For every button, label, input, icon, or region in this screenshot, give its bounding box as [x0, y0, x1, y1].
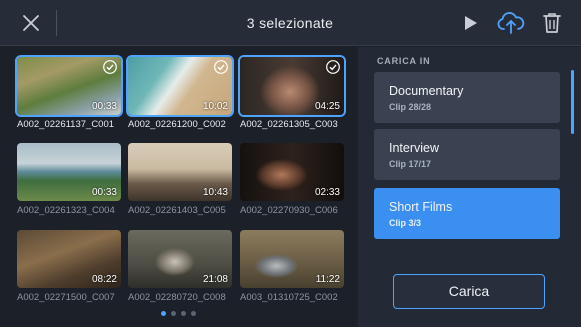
- clip-duration: 02:33: [314, 187, 340, 198]
- bin-name: Documentary: [389, 84, 464, 98]
- clip-thumbnail[interactable]: 21:08: [128, 230, 232, 288]
- clip-duration: 21:08: [202, 274, 228, 285]
- bin-interview[interactable]: Interview Clip 17/17: [374, 129, 560, 180]
- upload-destination-panel: CARICA IN Documentary Clip 28/28 Intervi…: [358, 47, 581, 327]
- check-icon: [326, 60, 340, 74]
- page-dot[interactable]: [171, 311, 176, 316]
- clip-grid: 00:33 A002_02261137_C001 10:02 A002_0226…: [0, 47, 358, 327]
- clip-thumbnail[interactable]: 00:33: [15, 55, 123, 117]
- clip-name: A002_02261305_C003: [240, 119, 338, 130]
- clip-duration: 10:02: [202, 101, 228, 112]
- clip-name: A002_02280720_C008: [128, 292, 226, 303]
- trash-icon[interactable]: [541, 11, 563, 35]
- clip-name: A002_02271500_C007: [17, 292, 115, 303]
- clip-name: A002_02261200_C002: [128, 119, 226, 130]
- bin-short-films[interactable]: Short Films Clip 3/3: [374, 188, 560, 239]
- clip-thumbnail[interactable]: 08:22: [17, 230, 121, 288]
- bin-name: Interview: [389, 141, 440, 155]
- pagination-dots: [161, 311, 201, 317]
- clip-name: A002_02261323_C004: [17, 205, 115, 216]
- check-icon: [103, 60, 117, 74]
- close-icon[interactable]: [16, 9, 46, 37]
- bin-clip-count: Clip 28/28: [389, 102, 432, 112]
- clip-duration: 11:22: [315, 274, 340, 285]
- clip-thumbnail[interactable]: 11:22: [240, 230, 344, 288]
- clip-name: A003_01310725_C002: [240, 292, 338, 303]
- clip-thumbnail[interactable]: 10:02: [126, 55, 234, 117]
- selection-count-title: 3 selezionate: [246, 15, 334, 31]
- clip-thumbnail[interactable]: 00:33: [17, 143, 121, 201]
- panel-heading: CARICA IN: [377, 56, 431, 66]
- clip-name: A002_02270930_C006: [240, 205, 338, 216]
- clip-duration: 08:22: [91, 274, 117, 285]
- play-icon[interactable]: [460, 13, 480, 33]
- clip-name: A002_02261403_C005: [128, 205, 226, 216]
- clip-duration: 00:33: [91, 101, 117, 112]
- clip-duration: 04:25: [314, 101, 340, 112]
- clip-thumbnail[interactable]: 04:25: [238, 55, 346, 117]
- page-dot[interactable]: [191, 311, 196, 316]
- bin-name: Short Films: [389, 200, 453, 214]
- bin-clip-count: Clip 3/3: [389, 218, 422, 228]
- divider: [56, 10, 57, 36]
- bin-clip-count: Clip 17/17: [389, 159, 432, 169]
- cloud-upload-icon[interactable]: [497, 10, 525, 36]
- bin-documentary[interactable]: Documentary Clip 28/28: [374, 72, 560, 123]
- scrollbar[interactable]: [571, 70, 574, 134]
- clip-duration: 00:33: [91, 187, 117, 198]
- top-bar: 3 selezionate: [0, 0, 581, 46]
- clip-duration: 10:43: [202, 187, 228, 198]
- page-dot[interactable]: [161, 311, 166, 316]
- page-dot[interactable]: [181, 311, 186, 316]
- check-icon: [214, 60, 228, 74]
- upload-button[interactable]: Carica: [393, 274, 545, 309]
- clip-name: A002_02261137_C001: [17, 119, 115, 130]
- clip-thumbnail[interactable]: 02:33: [240, 143, 344, 201]
- clip-thumbnail[interactable]: 10:43: [128, 143, 232, 201]
